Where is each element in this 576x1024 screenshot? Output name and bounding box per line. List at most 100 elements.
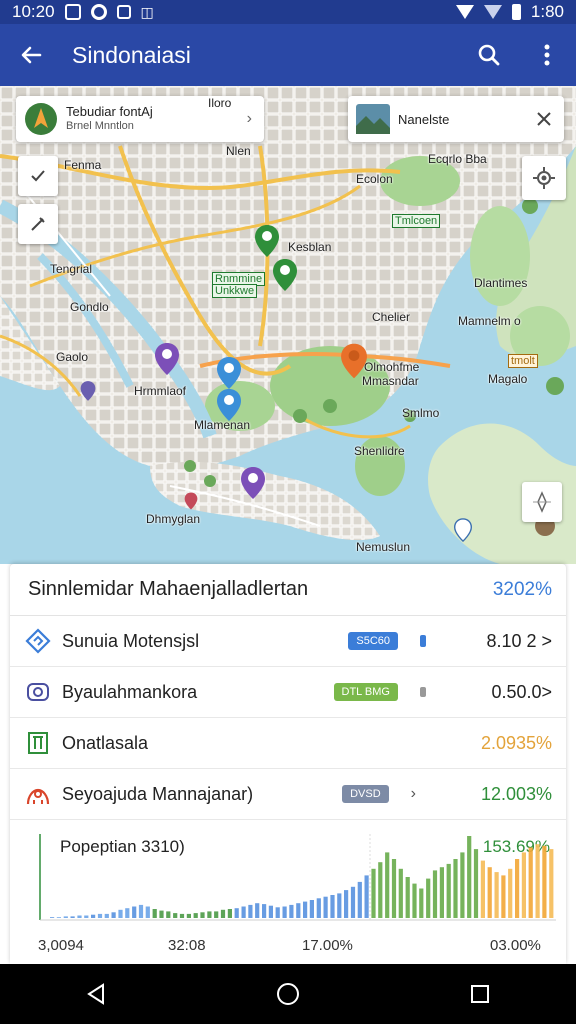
list-item[interactable]: Onatlasala 2.0935%	[10, 718, 566, 769]
sheet-header: Sinnlemidar Mahaenjalladlertan 3202%	[10, 564, 566, 616]
purple-pin-icon[interactable]	[154, 342, 180, 376]
map-label: Smlmo	[402, 406, 440, 420]
chart-bar	[289, 904, 294, 918]
close-button[interactable]	[524, 96, 564, 142]
chart-bar	[535, 844, 540, 918]
outline-pin-icon[interactable]	[454, 518, 472, 542]
triangle-back-icon	[87, 983, 104, 1005]
chart-bar	[350, 886, 356, 918]
more-vert-icon	[544, 44, 550, 66]
green-pin-icon[interactable]	[254, 224, 280, 258]
chart-bar	[118, 909, 123, 918]
sync-icon	[90, 4, 107, 20]
chart-bar	[145, 906, 150, 918]
compass-button[interactable]	[522, 482, 562, 522]
chart-value-label: 153.69%	[483, 837, 550, 856]
chart-bar	[303, 901, 308, 918]
small-pin-icon[interactable]	[184, 492, 198, 510]
arrow-left-icon	[21, 46, 42, 64]
orange-pin-icon[interactable]	[340, 342, 368, 380]
chart-bar	[398, 868, 403, 918]
chart-bar	[262, 904, 267, 918]
map-view[interactable]: Tebudiar fontAj Brnel Mnntlon › Nanelste	[0, 86, 576, 564]
nav-home-button[interactable]	[258, 964, 318, 1024]
nav-back-button[interactable]	[66, 964, 126, 1024]
map-check-button[interactable]	[18, 156, 58, 196]
circle-home-icon	[277, 983, 299, 1005]
chart-bar	[542, 845, 547, 918]
chart-bar	[391, 859, 397, 918]
chart-bar	[125, 908, 130, 918]
list-item-label: Sunuia Motensjsl	[62, 630, 200, 651]
map-label: Ecqrlo Bba	[428, 152, 487, 166]
chart-bar	[412, 883, 417, 918]
chart-bar	[138, 904, 144, 918]
search-button[interactable]	[460, 24, 518, 86]
list-item-value: 0.50.0>	[491, 681, 552, 702]
chart-bar	[439, 867, 444, 918]
blue-pin-icon[interactable]	[216, 388, 242, 422]
chart-bar	[132, 906, 137, 918]
chart-bar	[460, 852, 465, 918]
chart-bar	[453, 859, 458, 918]
chart-bar	[255, 903, 260, 918]
list-item[interactable]: Byaulahmankora DTL BMG 0.50.0>	[10, 667, 566, 718]
chart-bar	[220, 909, 226, 918]
list-item-label: Onatlasala	[62, 732, 149, 753]
map-label: Mmasndar	[362, 374, 419, 388]
x-tick-label: 03.00%	[490, 937, 541, 954]
chart-bar	[385, 852, 390, 918]
chart-bar	[193, 913, 198, 918]
map-tag: tmolt	[508, 354, 538, 368]
my-location-icon	[533, 167, 555, 189]
status-time: 10:20	[12, 2, 55, 21]
page-title: Sindonaiasi	[72, 41, 191, 68]
chart-bar	[77, 915, 82, 918]
chart-bar	[480, 860, 485, 918]
small-pin-icon[interactable]	[80, 380, 96, 402]
chart-bar	[316, 898, 321, 918]
indicator	[420, 635, 426, 647]
chart-bar	[227, 909, 232, 918]
chart-bar	[405, 877, 410, 918]
my-location-button[interactable]	[522, 156, 566, 200]
chevron-right-icon: ›	[410, 785, 416, 802]
chart-bar	[473, 849, 479, 918]
back-button[interactable]	[0, 24, 62, 86]
purple-pin-icon[interactable]	[240, 466, 266, 500]
chart-bar	[282, 906, 287, 918]
list-item[interactable]: Sunuia Motensjsl S5C60 8.10 2 >	[10, 616, 566, 667]
chart-bar	[63, 916, 68, 918]
map-label: Chelier	[372, 310, 411, 324]
notification-icon	[64, 4, 81, 20]
status-right-text: 1:80	[530, 2, 564, 21]
place-card[interactable]: Nanelste	[348, 96, 564, 142]
chart-bar	[371, 868, 376, 918]
green-pin-icon[interactable]	[272, 258, 298, 292]
status-badge: S5C60	[348, 632, 398, 650]
map-draw-button[interactable]	[18, 204, 58, 244]
chart-title: Popeptian 3310)	[60, 837, 185, 856]
nav-recents-button[interactable]	[450, 964, 510, 1024]
list-item-value: 2.0935%	[480, 732, 552, 753]
wifi-icon	[455, 5, 474, 19]
place-thumbnail-icon	[356, 104, 390, 134]
chart-bar	[296, 903, 301, 918]
battery-icon	[511, 4, 521, 20]
map-label: Dlantimes	[474, 276, 528, 290]
map-label: Gaolo	[56, 350, 89, 364]
indicator	[420, 687, 426, 697]
chart-bar	[84, 915, 89, 918]
sheet-title: Sinnlemidar Mahaenjalladlertan	[28, 578, 309, 600]
transit-icon	[24, 627, 52, 655]
chart-bar	[70, 916, 75, 918]
close-icon	[537, 112, 551, 126]
chart-bar	[330, 895, 335, 918]
chart-bar	[241, 906, 246, 918]
list-item[interactable]: Seyoajuda Mannajanar) DVSD › 12.003%	[10, 769, 566, 820]
more-options-button[interactable]	[518, 24, 576, 86]
chart-bar	[50, 917, 55, 918]
person-pin-icon	[24, 780, 52, 808]
square-recents-icon	[471, 985, 489, 1003]
blue-pin-icon[interactable]	[216, 356, 242, 390]
